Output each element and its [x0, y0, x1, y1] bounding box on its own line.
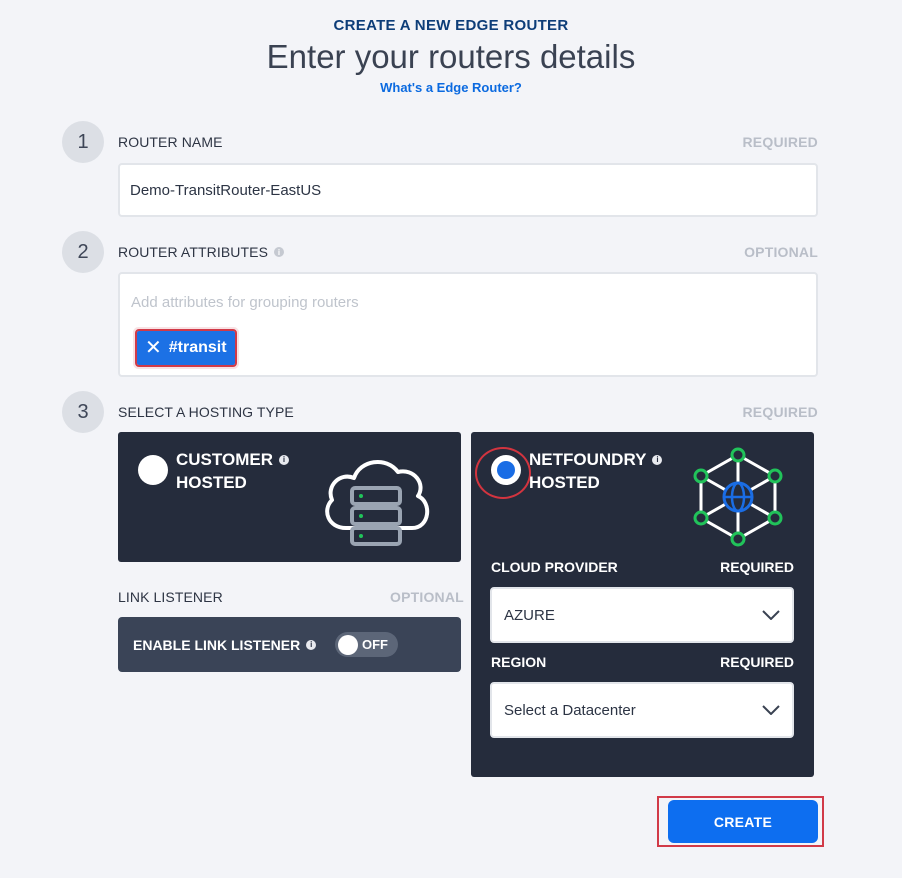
link-listener-toggle[interactable]: OFF — [335, 632, 398, 657]
enable-link-listener-label: ENABLE LINK LISTENER i — [133, 637, 317, 653]
attributes-placeholder: Add attributes for grouping routers — [131, 294, 359, 311]
attribute-chip: ✕ #transit — [135, 329, 237, 367]
link-listener-bar: ENABLE LINK LISTENER i OFF — [118, 617, 461, 672]
step-number-1: 1 — [62, 121, 104, 163]
netfoundry-hosted-card[interactable]: NETFOUNDRY i HOSTED CLOUD PROVIDER REQUIR… — [471, 432, 814, 777]
customer-hosted-radio[interactable] — [138, 455, 168, 485]
info-icon[interactable]: i — [306, 639, 317, 650]
router-attributes-input[interactable]: Add attributes for grouping routers ✕ #t… — [118, 272, 818, 377]
attribute-chip-label: #transit — [168, 339, 227, 356]
region-label: REGION — [491, 654, 547, 670]
router-attributes-label: ROUTER ATTRIBUTES — [118, 244, 269, 260]
cloud-provider-value: AZURE — [504, 606, 555, 624]
info-icon[interactable]: i — [274, 247, 285, 258]
hosting-type-required: REQUIRED — [742, 404, 818, 420]
netfoundry-hosted-title: NETFOUNDRY i HOSTED — [529, 448, 663, 494]
cloud-server-icon — [325, 459, 429, 546]
link-listener-optional: OPTIONAL — [390, 589, 464, 605]
router-name-input[interactable]: Demo-TransitRouter-EastUS — [118, 163, 818, 217]
page-kicker: CREATE A NEW EDGE ROUTER — [333, 17, 569, 34]
chevron-down-icon — [762, 610, 780, 620]
router-attributes-optional: OPTIONAL — [744, 244, 818, 260]
toggle-knob — [338, 634, 358, 655]
cloud-provider-select[interactable]: AZURE — [490, 587, 794, 643]
close-icon[interactable]: ✕ — [145, 338, 162, 358]
network-globe-icon — [693, 447, 783, 547]
netfoundry-hosted-radio[interactable] — [491, 455, 521, 485]
create-button[interactable]: CREATE — [668, 800, 818, 843]
hosting-type-label: SELECT A HOSTING TYPE — [118, 404, 294, 420]
cloud-provider-required: REQUIRED — [720, 559, 794, 575]
router-name-label: ROUTER NAME — [118, 134, 223, 150]
toggle-state: OFF — [362, 637, 388, 652]
region-value: Select a Datacenter — [504, 701, 636, 719]
info-icon[interactable]: i — [278, 454, 289, 465]
region-select[interactable]: Select a Datacenter — [490, 682, 794, 738]
router-name-required: REQUIRED — [742, 134, 818, 150]
customer-hosted-title: CUSTOMER i HOSTED — [176, 448, 289, 494]
create-button-highlight: CREATE — [657, 796, 824, 847]
chevron-down-icon — [762, 705, 780, 715]
step-number-2: 2 — [62, 231, 104, 273]
page-title: Enter your routers details — [266, 38, 636, 75]
info-icon[interactable]: i — [652, 454, 663, 465]
help-link[interactable]: What's a Edge Router? — [0, 80, 902, 95]
link-listener-label: LINK LISTENER — [118, 589, 223, 605]
step-number-3: 3 — [62, 391, 104, 433]
cloud-provider-label: CLOUD PROVIDER — [491, 559, 618, 575]
router-attributes-heading: ROUTER ATTRIBUTES i — [118, 244, 285, 260]
customer-hosted-card[interactable]: CUSTOMER i HOSTED — [118, 432, 461, 562]
region-required: REQUIRED — [720, 654, 794, 670]
